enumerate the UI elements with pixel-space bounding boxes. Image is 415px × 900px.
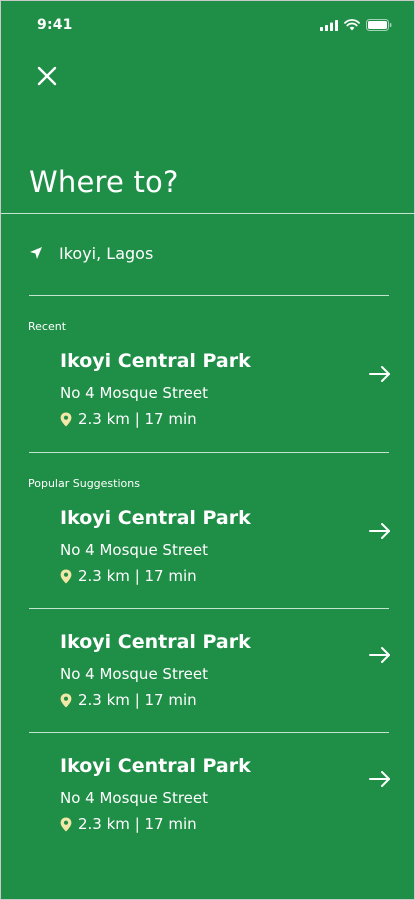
map-pin-icon — [60, 693, 72, 707]
place-meta: 2.3 km | 17 min — [60, 815, 197, 833]
place-address: No 4 Mosque Street — [60, 541, 209, 559]
current-location-row[interactable]: Ikoyi, Lagos — [29, 239, 153, 267]
arrow-right-icon — [369, 771, 390, 787]
place-address: No 4 Mosque Street — [60, 384, 209, 402]
status-time: 9:41 — [37, 17, 73, 33]
place-address: No 4 Mosque Street — [60, 665, 209, 683]
place-distance-time: 2.3 km | 17 min — [78, 691, 197, 709]
place-distance-time: 2.3 km | 17 min — [78, 815, 197, 833]
arrow-right-icon — [369, 366, 390, 382]
cellular-signal-icon — [320, 20, 338, 31]
current-location-text: Ikoyi, Lagos — [59, 243, 154, 263]
place-meta: 2.3 km | 17 min — [60, 410, 197, 428]
map-pin-icon — [60, 569, 72, 583]
map-pin-icon — [60, 412, 72, 426]
status-bar: 9:41 — [1, 1, 414, 45]
page-title: Where to? — [29, 165, 179, 199]
go-arrow-button[interactable] — [368, 770, 392, 788]
popular-section-label: Popular Suggestions — [28, 477, 140, 490]
place-meta: 2.3 km | 17 min — [60, 691, 197, 709]
recent-section-label: Recent — [28, 320, 67, 333]
section-divider — [29, 452, 389, 453]
go-arrow-button[interactable] — [368, 646, 392, 664]
place-name: Ikoyi Central Park — [60, 350, 251, 372]
status-icons — [320, 19, 392, 31]
close-button[interactable] — [35, 64, 59, 88]
battery-icon — [366, 19, 392, 31]
arrow-right-icon — [369, 523, 390, 539]
title-divider — [1, 213, 415, 214]
go-arrow-button[interactable] — [368, 365, 392, 383]
close-icon — [37, 66, 57, 86]
popular-place-card-2[interactable]: Ikoyi Central Park No 4 Mosque Street 2.… — [1, 631, 415, 731]
place-distance-time: 2.3 km | 17 min — [78, 410, 197, 428]
map-pin-icon — [60, 817, 72, 831]
go-arrow-button[interactable] — [368, 522, 392, 540]
place-meta: 2.3 km | 17 min — [60, 567, 197, 585]
arrow-right-icon — [369, 647, 390, 663]
popular-place-card-3[interactable]: Ikoyi Central Park No 4 Mosque Street 2.… — [1, 755, 415, 855]
place-name: Ikoyi Central Park — [60, 631, 251, 653]
navigation-arrow-icon — [30, 247, 42, 259]
location-divider — [29, 295, 389, 296]
card-divider — [29, 732, 389, 733]
card-divider — [29, 608, 389, 609]
wifi-icon — [344, 19, 360, 31]
popular-place-card-1[interactable]: Ikoyi Central Park No 4 Mosque Street 2.… — [1, 507, 415, 607]
where-to-screen: 9:41 Where to? Ikoyi, Lagos Recent Ikoyi… — [0, 0, 415, 900]
place-address: No 4 Mosque Street — [60, 789, 209, 807]
place-distance-time: 2.3 km | 17 min — [78, 567, 197, 585]
place-name: Ikoyi Central Park — [60, 507, 251, 529]
recent-place-card[interactable]: Ikoyi Central Park No 4 Mosque Street 2.… — [1, 350, 415, 450]
place-name: Ikoyi Central Park — [60, 755, 251, 777]
